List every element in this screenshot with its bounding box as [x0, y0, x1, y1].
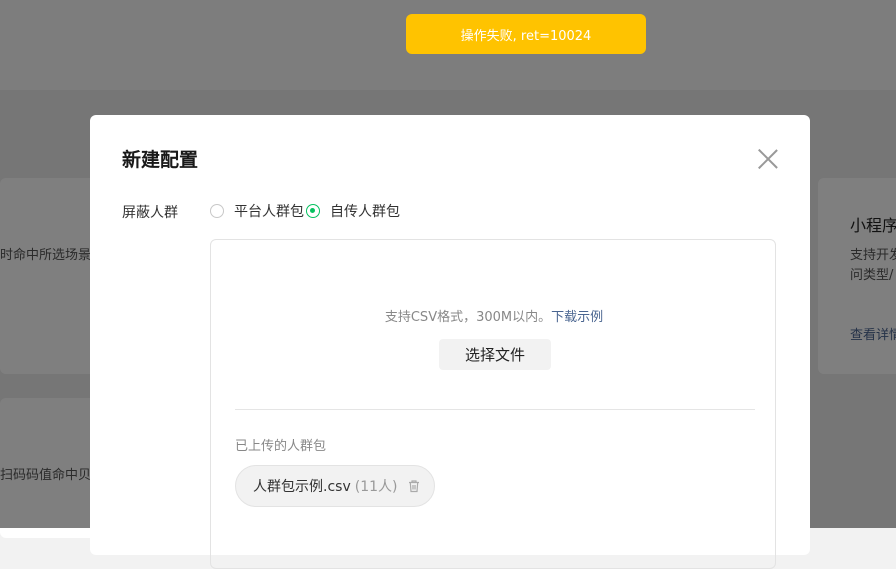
- trash-icon[interactable]: [407, 479, 421, 493]
- radio-label: 平台人群包: [234, 204, 304, 220]
- radio-custom-audience[interactable]: 自传人群包: [306, 201, 400, 221]
- uploaded-list-title: 已上传的人群包: [235, 439, 327, 454]
- upload-hint-text: 支持CSV格式，300M以内。: [384, 310, 552, 325]
- radio-label: 自传人群包: [330, 204, 400, 220]
- choose-file-button[interactable]: 选择文件: [439, 339, 551, 370]
- file-count: (11人): [354, 479, 398, 495]
- new-config-dialog: 新建配置 屏蔽人群 平台人群包 自传人群包 支持CSV格式，300M以内。下载示…: [90, 115, 810, 569]
- error-toast: 操作失败, ret=10024: [406, 14, 646, 54]
- radio-unchecked-icon[interactable]: [210, 204, 224, 218]
- upload-area: 支持CSV格式，300M以内。下载示例 选择文件 已上传的人群包 人群包示例.c…: [210, 239, 776, 569]
- divider: [235, 409, 755, 410]
- upload-hint: 支持CSV格式，300M以内。下载示例: [211, 306, 777, 325]
- file-name: 人群包示例.csv: [253, 479, 351, 495]
- form-label-block-audience: 屏蔽人群: [122, 205, 178, 221]
- radio-platform-audience[interactable]: 平台人群包: [210, 201, 304, 221]
- toast-text: 操作失败, ret=10024: [460, 28, 592, 44]
- dialog-title: 新建配置: [122, 149, 199, 171]
- download-example-link[interactable]: 下载示例: [551, 310, 603, 325]
- radio-checked-icon[interactable]: [306, 204, 320, 218]
- uploaded-file-chip: 人群包示例.csv (11人): [235, 465, 435, 507]
- close-icon[interactable]: [756, 147, 780, 171]
